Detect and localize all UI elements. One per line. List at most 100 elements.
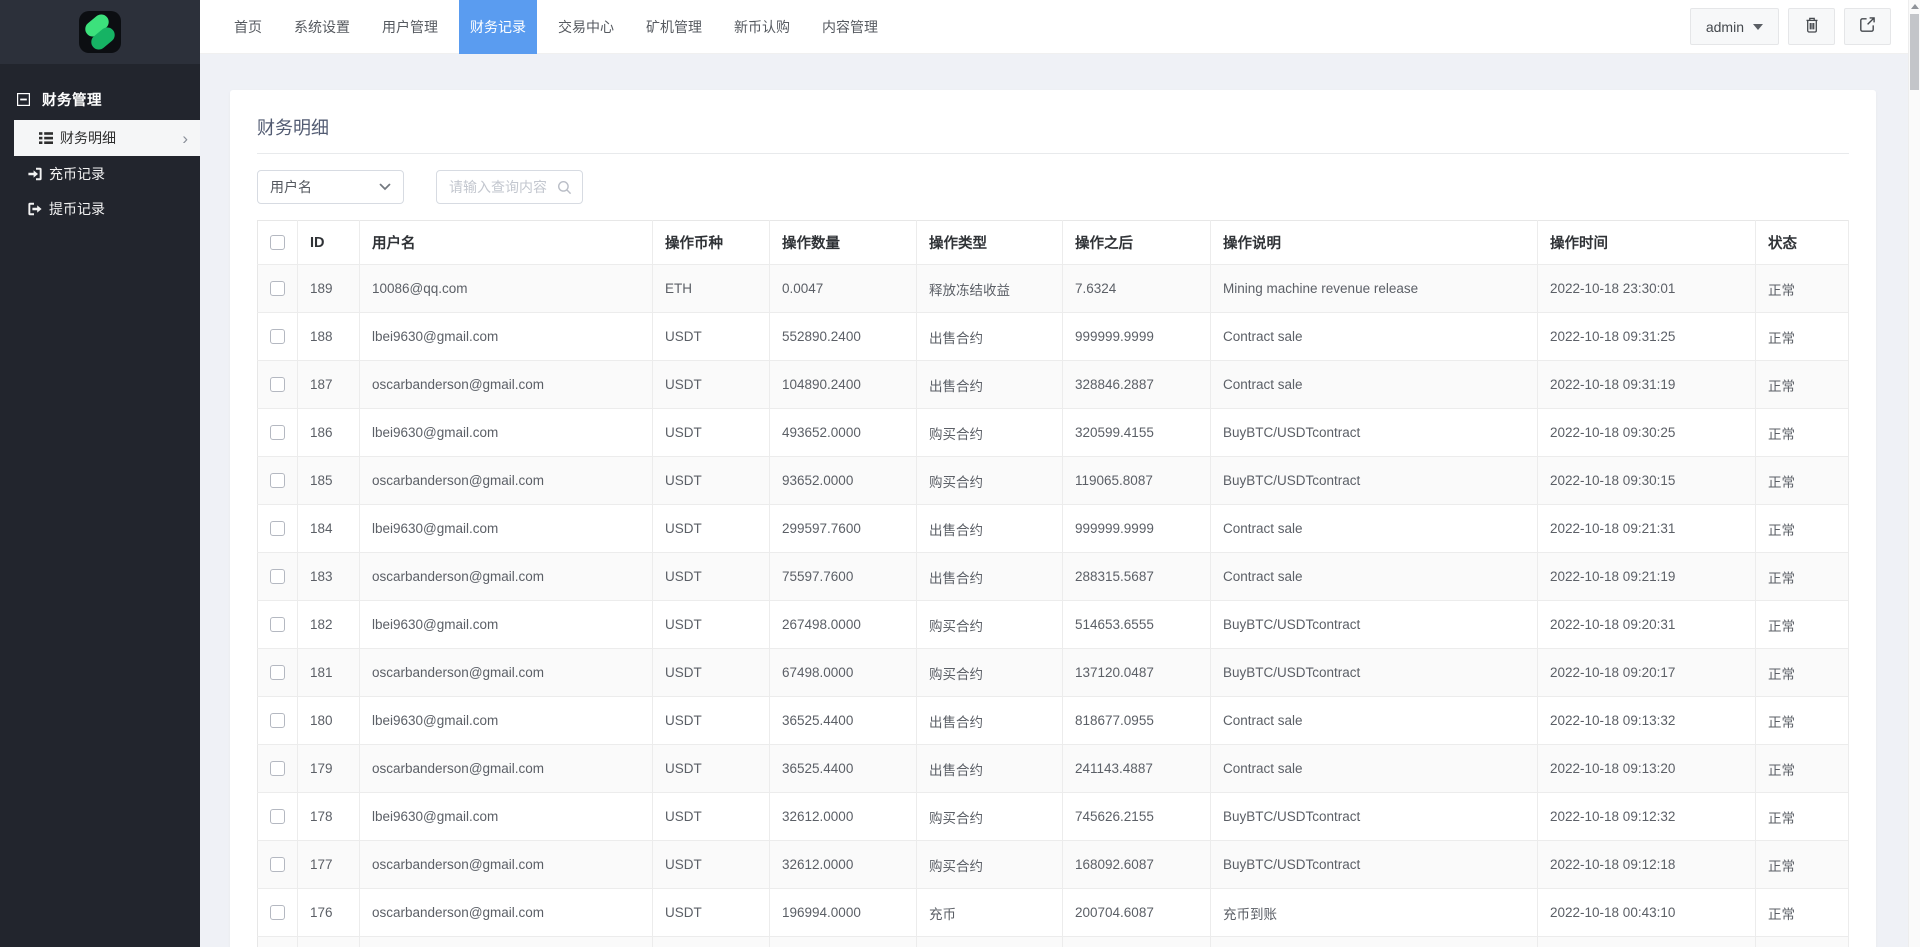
search-input[interactable]: [449, 179, 553, 195]
table-row: 177 oscarbanderson@gmail.com USDT 32612.000…: [257, 840, 1849, 889]
sidebar-item-deposit-records[interactable]: 充币记录: [0, 156, 200, 191]
nav-tab-4[interactable]: 交易中心: [547, 0, 625, 54]
nav-tab-3[interactable]: 财务记录: [459, 0, 537, 54]
row-checkbox[interactable]: [270, 857, 285, 873]
cell-username: lbei9630@gmail.com: [359, 600, 653, 649]
row-checkbox[interactable]: [270, 521, 285, 537]
nav-tab-6[interactable]: 新币认购: [723, 0, 801, 54]
cell-coin: USDT: [652, 312, 770, 361]
records-table: ID 用户名 操作币种 操作数量 操作类型 操作之后 操作说明 操作时间 状态 189 10086…: [257, 220, 1849, 947]
column-header-8: 状态: [1755, 220, 1849, 265]
row-checkbox[interactable]: [270, 377, 285, 393]
cell-type: 购买合约: [916, 792, 1063, 841]
cell-username: 10086@qq.com: [359, 264, 653, 313]
cell-username: lbei9630@gmail.com: [359, 792, 653, 841]
cell-id: [297, 936, 360, 947]
table-row: 181 oscarbanderson@gmail.com USDT 67498.000…: [257, 648, 1849, 697]
nav-tab-1[interactable]: 系统设置: [283, 0, 361, 54]
cell-desc: BuyBTC/USDTcontract: [1210, 408, 1538, 457]
cell-time: 2022-10-18 09:12:32: [1537, 792, 1756, 841]
minus-square-icon: [17, 92, 30, 106]
sidebar-item-label: 财务明细: [60, 130, 116, 146]
nav-tab-0[interactable]: 首页: [223, 0, 273, 54]
row-checkbox[interactable]: [270, 809, 285, 825]
cell-desc: Mining machine revenue release: [1210, 264, 1538, 313]
column-header-4: 操作类型: [916, 220, 1063, 265]
table-row: 179 oscarbanderson@gmail.com USDT 36525.440…: [257, 744, 1849, 793]
column-header-2: 操作币种: [652, 220, 770, 265]
cell-status: 正常: [1755, 264, 1849, 313]
cell-time: 2022-10-18 00:43:10: [1537, 888, 1756, 937]
sign-in-icon: [28, 167, 42, 181]
cell-time: 2022-10-18 09:13:20: [1537, 744, 1756, 793]
cell-status: 正常: [1755, 312, 1849, 361]
nav-tab-5[interactable]: 矿机管理: [635, 0, 713, 54]
column-header-7: 操作时间: [1537, 220, 1756, 265]
row-checkbox[interactable]: [270, 281, 285, 297]
cell-amount: 36525.4400: [769, 744, 917, 793]
table-row: 187 oscarbanderson@gmail.com USDT 104890.24…: [257, 360, 1849, 409]
sidebar-group-finance[interactable]: 财务管理: [0, 78, 200, 120]
cell-desc: BuyBTC/USDTcontract: [1210, 648, 1538, 697]
cell-username: lbei9630@gmail.com: [359, 408, 653, 457]
user-menu-label: admin: [1705, 18, 1744, 35]
row-checkbox[interactable]: [270, 425, 285, 441]
cell-status: 正常: [1755, 792, 1849, 841]
cell-time: [1537, 936, 1756, 947]
user-menu-button[interactable]: admin: [1689, 8, 1779, 45]
cell-status: 正常: [1755, 360, 1849, 409]
sidebar: 财务管理 财务明细 › 充币记录 提币记录: [0, 0, 200, 947]
sidebar-item-finance-detail[interactable]: 财务明细 ›: [14, 120, 200, 156]
table-row: 189 10086@qq.com ETH 0.0047 释放冻结收益 7.6324 Mini…: [257, 264, 1849, 313]
cell-after: [1062, 936, 1211, 947]
scrollbar-thumb[interactable]: [1910, 14, 1919, 90]
cell-after: 818677.0955: [1062, 696, 1211, 745]
table-row: 176 oscarbanderson@gmail.com USDT 196994.00…: [257, 888, 1849, 937]
cell-time: 2022-10-18 09:12:18: [1537, 840, 1756, 889]
row-checkbox[interactable]: [270, 473, 285, 489]
cell-id: 187: [297, 360, 360, 409]
cell-id: 182: [297, 600, 360, 649]
table-row-partial: [257, 936, 1849, 947]
brand-logo[interactable]: [79, 11, 121, 53]
row-select-cell: [257, 408, 298, 457]
cell-coin: USDT: [652, 792, 770, 841]
cell-username: oscarbanderson@gmail.com: [359, 552, 653, 601]
top-bar: 首页 系统设置 用户管理 财务记录 交易中心 矿机管理 新币认购 内容管理 admin: [200, 0, 1908, 54]
scrollbar-up-arrow[interactable]: [1909, 0, 1920, 13]
filter-field-select[interactable]: 用户名: [257, 170, 404, 204]
cell-type: 出售合约: [916, 744, 1063, 793]
cell-type: 购买合约: [916, 840, 1063, 889]
nav-tab-7[interactable]: 内容管理: [811, 0, 889, 54]
sidebar-item-withdraw-records[interactable]: 提币记录: [0, 191, 200, 226]
row-checkbox[interactable]: [270, 665, 285, 681]
topbar-actions: admin: [1689, 8, 1908, 45]
cell-username: oscarbanderson@gmail.com: [359, 840, 653, 889]
row-checkbox[interactable]: [270, 761, 285, 777]
column-header-3: 操作数量: [769, 220, 917, 265]
page-scrollbar: [1908, 0, 1920, 947]
cell-amount: 493652.0000: [769, 408, 917, 457]
sidebar-item-label: 充币记录: [49, 165, 105, 182]
cell-desc: Contract sale: [1210, 696, 1538, 745]
nav-tab-2[interactable]: 用户管理: [371, 0, 449, 54]
trash-button[interactable]: [1788, 8, 1835, 45]
export-button[interactable]: [1844, 8, 1891, 45]
cell-type: [916, 936, 1063, 947]
cell-coin: USDT: [652, 552, 770, 601]
cell-id: 181: [297, 648, 360, 697]
cell-after: 320599.4155: [1062, 408, 1211, 457]
row-checkbox[interactable]: [270, 617, 285, 633]
row-checkbox[interactable]: [270, 905, 285, 921]
select-all-checkbox[interactable]: [270, 235, 285, 251]
row-checkbox[interactable]: [270, 713, 285, 729]
cell-after: 745626.2155: [1062, 792, 1211, 841]
cell-after: 241143.4887: [1062, 744, 1211, 793]
row-checkbox[interactable]: [270, 569, 285, 585]
cell-amount: 32612.0000: [769, 840, 917, 889]
row-checkbox[interactable]: [270, 329, 285, 345]
cell-desc: Contract sale: [1210, 552, 1538, 601]
cell-username: [359, 936, 653, 947]
cell-status: 正常: [1755, 744, 1849, 793]
cell-desc: [1210, 936, 1538, 947]
